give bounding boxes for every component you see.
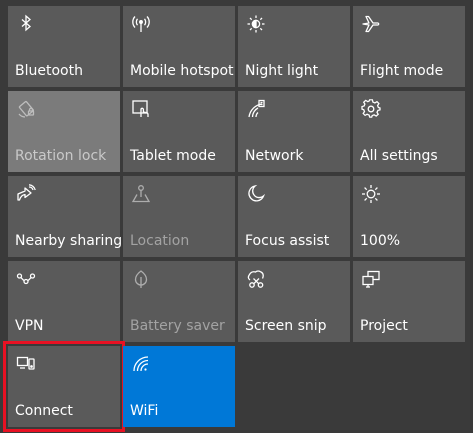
tile-label: Location [130,233,190,249]
tile-label: Mobile hotspot [130,63,234,79]
brightness-icon [361,184,381,204]
tile-label: Focus assist [245,233,330,249]
network-tile[interactable]: Network [238,91,350,172]
bluetooth-tile[interactable]: Bluetooth [8,6,120,87]
vpn-icon [16,269,36,289]
brightness-tile[interactable]: 100% [353,176,465,257]
night-light-icon [246,14,266,34]
connect-icon [16,354,36,374]
bluetooth-icon [16,14,36,34]
tile-label: Bluetooth [15,63,83,79]
project-tile[interactable]: Project [353,261,465,342]
tile-label: All settings [360,148,438,164]
gear-icon [361,99,381,119]
network-icon [246,99,266,119]
airplane-icon [361,14,381,34]
tile-label: Project [360,318,408,334]
vpn-tile[interactable]: VPN [8,261,120,342]
focus-assist-tile[interactable]: Focus assist [238,176,350,257]
screen-snip-icon [246,269,266,289]
rotation-lock-tile[interactable]: Rotation lock [8,91,120,172]
nearby-sharing-tile[interactable]: Nearby sharing [8,176,123,257]
tile-label: Battery saver [130,318,225,334]
tile-label: Network [245,148,304,164]
tile-label: Tablet mode [130,148,216,164]
flight-mode-tile[interactable]: Flight mode [353,6,465,87]
mobile-hotspot-icon [131,14,151,34]
tile-label: Screen snip [245,318,327,334]
location-icon [131,184,151,204]
tile-label: Rotation lock [15,148,107,164]
tile-label: WiFi [130,403,159,419]
all-settings-tile[interactable]: All settings [353,91,465,172]
tile-label: 100% [360,233,401,249]
tile-label: Connect [15,403,73,419]
wifi-tile[interactable]: WiFi [123,346,235,427]
tile-label: Nearby sharing [15,233,123,249]
tile-label: Night light [245,63,319,79]
moon-icon [246,184,266,204]
tile-label: VPN [15,318,44,334]
night-light-tile[interactable]: Night light [238,6,350,87]
project-icon [361,269,381,289]
battery-saver-icon [131,269,151,289]
tablet-mode-tile[interactable]: Tablet mode [123,91,235,172]
location-tile[interactable]: Location [123,176,235,257]
screen-snip-tile[interactable]: Screen snip [238,261,350,342]
tile-label: Flight mode [360,63,444,79]
tablet-mode-icon [131,99,151,119]
battery-saver-tile[interactable]: Battery saver [123,261,235,342]
mobile-hotspot-tile[interactable]: Mobile hotspot [123,6,235,87]
nearby-sharing-icon [16,184,36,204]
rotation-lock-icon [16,99,36,119]
connect-tile[interactable]: Connect [3,341,125,432]
wifi-icon [131,354,151,374]
quick-actions-grid: Bluetooth Mobile hotspot Night light Fli… [3,6,465,432]
